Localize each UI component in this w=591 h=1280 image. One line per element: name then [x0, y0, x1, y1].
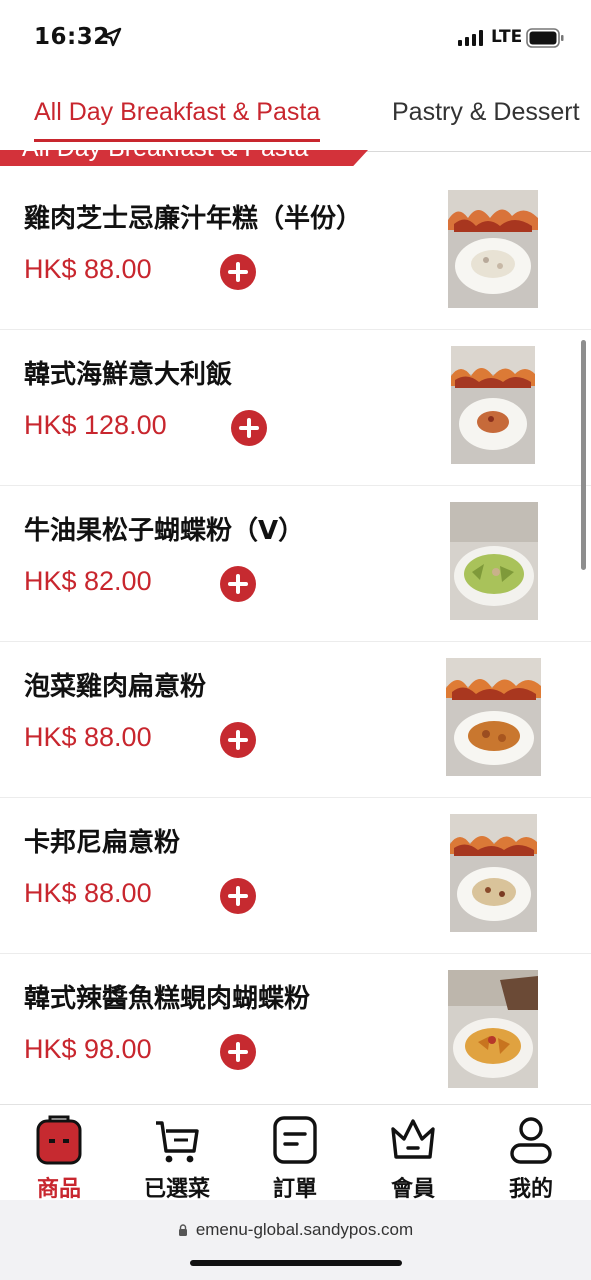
item-price: HK$ 88.00 — [24, 878, 152, 908]
location-arrow-icon — [102, 27, 122, 47]
item-name: 韓式海鮮意大利飯 — [24, 360, 233, 390]
item-price: HK$ 98.00 — [24, 1034, 152, 1064]
menu-item[interactable]: 韓式辣醬魚糕蜆肉蝴蝶粉 HK$ 98.00 — [0, 954, 591, 1104]
menu-item[interactable]: 牛油果松子蝴蝶粉（V） HK$ 82.00 — [0, 486, 591, 642]
nav-item-selected-dishes[interactable]: 已選菜 — [132, 1115, 222, 1202]
product-icon — [36, 1115, 82, 1165]
tab-label: All Day Breakfast & Pasta — [34, 98, 321, 126]
item-price: HK$ 88.00 — [24, 722, 152, 752]
list-scrollbar[interactable] — [581, 340, 586, 570]
dish-photo[interactable] — [448, 190, 538, 308]
section-header: All Day Breakfast & Pasta — [0, 150, 368, 166]
item-price: HK$ 88.00 — [24, 254, 152, 284]
menu-item[interactable]: 卡邦尼扁意粉 HK$ 88.00 — [0, 798, 591, 954]
tab-pastry-dessert[interactable]: Pastry & Dessert — [392, 98, 580, 127]
item-price: HK$ 82.00 — [24, 566, 152, 596]
add-to-cart-button[interactable] — [220, 1034, 256, 1070]
order-icon — [273, 1116, 317, 1164]
bottom-navigation: 商品 已選菜 訂單 會員 我的 — [0, 1104, 591, 1202]
dish-photo[interactable] — [446, 658, 541, 776]
cart-icon — [156, 1121, 199, 1163]
menu-item-list: 雞肉芝士忌廉汁年糕（半份） HK$ 88.00 韓式海鮮意大利飯 HK$ 128… — [0, 174, 591, 1104]
item-name: 卡邦尼扁意粉 — [24, 828, 181, 858]
nav-item-products[interactable]: 商品 — [14, 1115, 104, 1202]
menu-item[interactable]: 雞肉芝士忌廉汁年糕（半份） HK$ 88.00 — [0, 174, 591, 330]
url-text: emenu-global.sandypos.com — [195, 1220, 414, 1239]
nav-label: 已選菜 — [143, 1177, 210, 1202]
dish-photo[interactable] — [450, 502, 538, 620]
nav-item-membership[interactable]: 會員 — [368, 1115, 458, 1202]
address-bar[interactable]: emenu-global.sandypos.com — [0, 1220, 591, 1240]
active-tab-underline — [34, 139, 321, 142]
item-name: 韓式辣醬魚糕蜆肉蝴蝶粉 — [24, 984, 311, 1014]
item-name: 雞肉芝士忌廉汁年糕（半份） — [24, 204, 363, 234]
section-title: All Day Breakfast & Pasta — [22, 150, 308, 163]
network-type: LTE — [491, 27, 523, 47]
status-time: 16:32 — [34, 24, 110, 50]
home-indicator[interactable] — [190, 1260, 402, 1266]
status-bar: 16:32 LTE — [0, 0, 591, 76]
lock-icon — [178, 1224, 187, 1236]
nav-label: 商品 — [36, 1177, 81, 1202]
browser-url-bar[interactable]: emenu-global.sandypos.com — [0, 1200, 591, 1280]
add-to-cart-button[interactable] — [220, 254, 256, 290]
item-price: HK$ 128.00 — [24, 410, 167, 440]
nav-item-profile[interactable]: 我的 — [486, 1115, 576, 1202]
item-name: 泡菜雞肉扁意粉 — [24, 672, 207, 702]
dish-photo[interactable] — [451, 346, 535, 464]
add-to-cart-button[interactable] — [231, 410, 267, 446]
person-icon — [510, 1117, 552, 1164]
nav-label: 會員 — [390, 1177, 435, 1202]
item-name: 牛油果松子蝴蝶粉（V） — [24, 516, 305, 546]
dish-photo[interactable] — [448, 970, 538, 1088]
add-to-cart-button[interactable] — [220, 566, 256, 602]
tab-label: Pastry & Dessert — [392, 98, 580, 126]
nav-label: 訂單 — [272, 1177, 317, 1202]
menu-item[interactable]: 泡菜雞肉扁意粉 HK$ 88.00 — [0, 642, 591, 798]
category-tabs: All Day Breakfast & Pasta Pastry & Desse… — [0, 88, 591, 152]
nav-label: 我的 — [508, 1177, 553, 1202]
dish-photo[interactable] — [450, 814, 537, 932]
menu-item[interactable]: 韓式海鮮意大利飯 HK$ 128.00 — [0, 330, 591, 486]
add-to-cart-button[interactable] — [220, 878, 256, 914]
crown-icon — [391, 1119, 435, 1159]
battery-icon — [526, 28, 564, 48]
tab-all-day-breakfast-pasta[interactable]: All Day Breakfast & Pasta — [34, 98, 321, 142]
cellular-signal-icon — [458, 30, 483, 46]
add-to-cart-button[interactable] — [220, 722, 256, 758]
nav-item-orders[interactable]: 訂單 — [250, 1115, 340, 1202]
